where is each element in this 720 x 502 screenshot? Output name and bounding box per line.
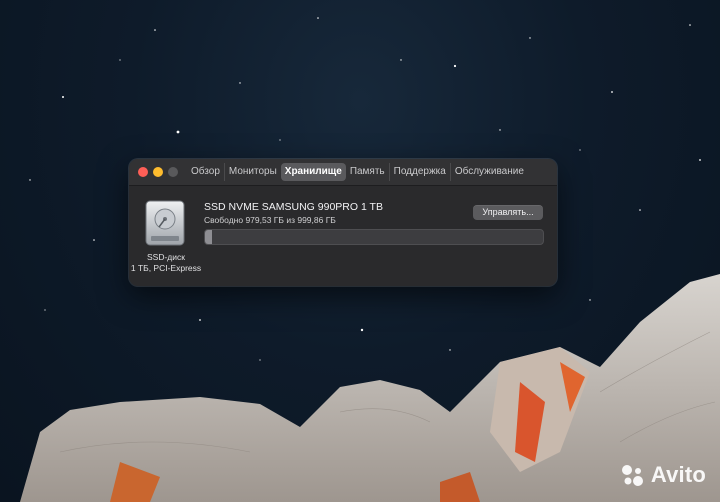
avito-logo-icon — [621, 465, 643, 486]
drive-type-label: SSD-диск — [147, 252, 185, 262]
window-titlebar: Обзор Мониторы Хранилище Память Поддержк… — [129, 159, 557, 186]
zoom-button[interactable] — [168, 167, 178, 177]
storage-usage-bar — [204, 229, 544, 245]
manage-button[interactable]: Управлять... — [473, 205, 543, 220]
storage-usage-fill — [205, 230, 212, 244]
rock-formation — [20, 274, 720, 502]
internal-drive-icon — [145, 200, 185, 246]
close-button[interactable] — [138, 167, 148, 177]
tab-service[interactable]: Обслуживание — [451, 163, 528, 181]
tab-displays[interactable]: Мониторы — [225, 163, 281, 181]
drive-spec-label: 1 ТБ, PCI-Express — [130, 263, 202, 273]
free-space-text: Свободно 979,53 ГБ из 999,86 ГБ — [204, 215, 336, 225]
tab-memory[interactable]: Память — [346, 163, 390, 181]
tab-bar: Обзор Мониторы Хранилище Память Поддержк… — [187, 163, 528, 181]
tab-support[interactable]: Поддержка — [390, 163, 451, 181]
drive-caption: SSD-диск 1 ТБ, PCI-Express — [129, 252, 203, 274]
drive-name: SSD NVME SAMSUNG 990PRO 1 TB — [204, 201, 383, 213]
avito-watermark-text: Avito — [650, 462, 706, 487]
tab-overview[interactable]: Обзор — [187, 163, 225, 181]
avito-watermark: Avito — [619, 462, 706, 488]
tab-storage[interactable]: Хранилище — [280, 163, 346, 181]
minimize-button[interactable] — [153, 167, 163, 177]
about-this-mac-window: Обзор Мониторы Хранилище Память Поддержк… — [129, 159, 557, 286]
